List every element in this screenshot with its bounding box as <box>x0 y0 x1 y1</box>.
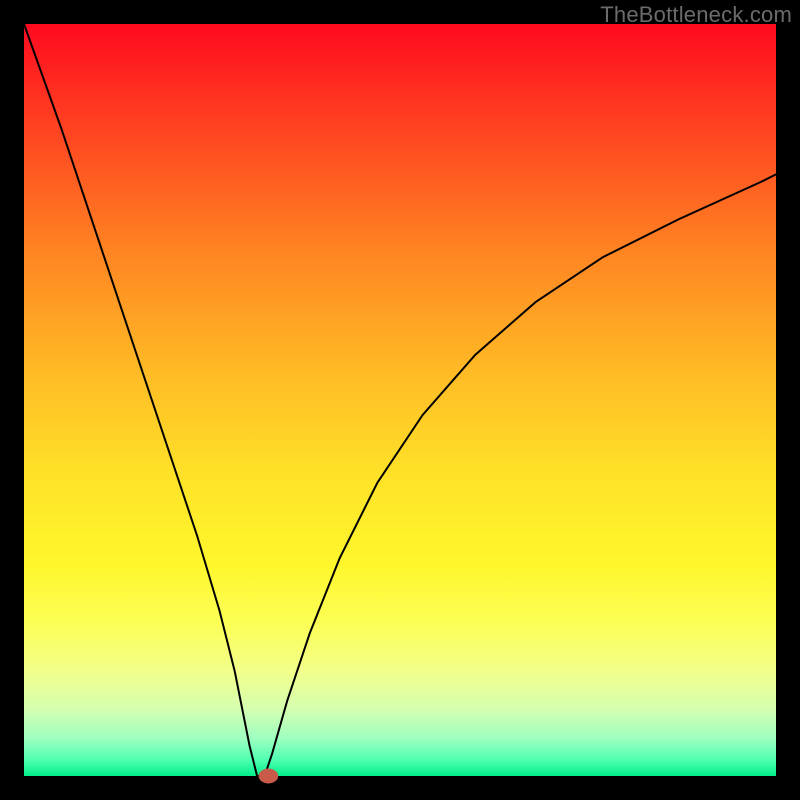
bottleneck-curve <box>24 24 776 776</box>
plot-area <box>24 24 776 776</box>
chart-frame: TheBottleneck.com <box>0 0 800 800</box>
watermark-text: TheBottleneck.com <box>600 2 792 28</box>
minimum-marker <box>259 769 279 784</box>
curve-layer <box>24 24 776 776</box>
